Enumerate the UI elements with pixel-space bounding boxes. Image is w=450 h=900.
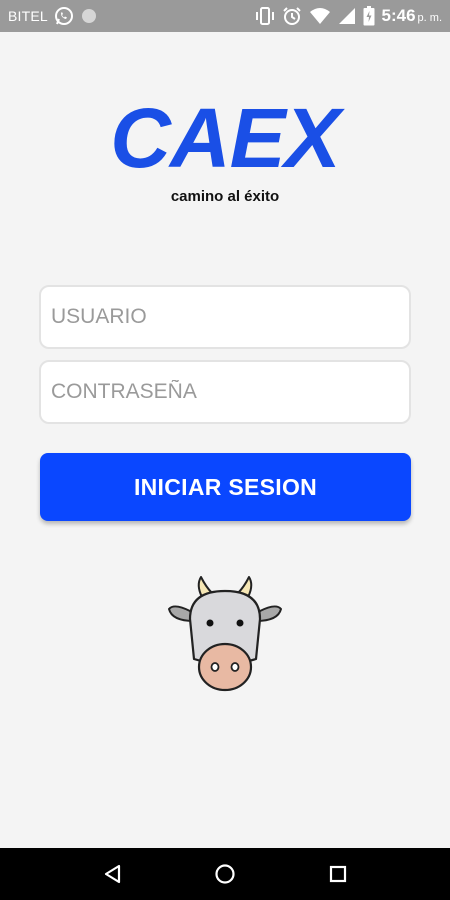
navigation-bar [0,848,450,900]
app-logo: CAEX [110,91,340,185]
status-bar-right: 5:46 p. m. [255,6,442,26]
login-screen: CAEX camino al éxito INICIAR SESION [0,32,450,848]
whatsapp-icon [54,6,74,26]
battery-icon [363,6,375,26]
signal-icon [338,7,356,25]
cow-icon [166,575,284,695]
alarm-icon [282,6,302,26]
username-field[interactable] [39,285,411,349]
clock: 5:46 p. m. [382,6,442,26]
circle-icon [80,7,98,25]
login-button[interactable]: INICIAR SESION [40,453,411,521]
status-bar-left: BITEL [8,6,98,26]
status-bar: BITEL 5:46 p. m. [0,0,450,32]
password-field[interactable] [39,360,411,424]
recent-apps-icon[interactable] [326,862,350,886]
carrier-name: BITEL [8,8,48,24]
app-tagline: camino al éxito [170,188,280,205]
vibrate-icon [255,7,275,25]
wifi-icon [309,7,331,25]
back-icon[interactable] [101,862,125,886]
clock-time: 5:46 [381,6,416,25]
clock-ampm: p. m. [417,12,442,24]
home-icon[interactable] [213,862,237,886]
